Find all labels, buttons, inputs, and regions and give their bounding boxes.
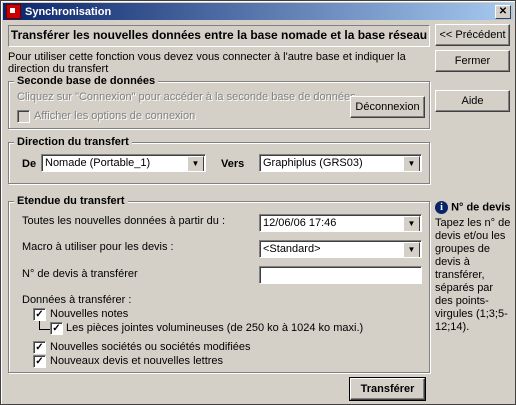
attachments-checkbox[interactable]: ✓: [50, 322, 63, 335]
macro-value: <Standard>: [263, 243, 321, 255]
second-db-title: Seconde base de données: [14, 75, 159, 87]
show-options-label: Afficher les options de connexion: [34, 110, 196, 122]
close-button[interactable]: Fermer: [435, 50, 510, 72]
from-select[interactable]: Nomade (Portable_1) ▼: [41, 154, 206, 172]
disconnect-button[interactable]: Déconnexion: [350, 96, 425, 118]
macro-label: Macro à utiliser pour les devis :: [22, 241, 174, 253]
app-icon: [6, 4, 21, 19]
to-value: Graphiplus (GRS03): [263, 157, 363, 169]
transfer-button[interactable]: Transférer: [349, 377, 426, 401]
info-icon: i: [435, 201, 448, 214]
new-notes-checkbox[interactable]: ✓: [33, 308, 46, 321]
info-title: N° de devis: [451, 201, 511, 214]
scope-title: Etendue du transfert: [14, 195, 128, 207]
since-label: Toutes les nouvelles données à partir du…: [22, 215, 226, 227]
synchronisation-window: Synchronisation ✕ Transférer les nouvell…: [0, 0, 516, 405]
direction-title: Direction du transfert: [14, 136, 132, 148]
quote-number-label: N° de devis à transférer: [22, 268, 138, 280]
quotes-letters-label: Nouveaux devis et nouvelles lettres: [50, 355, 224, 367]
window-title: Synchronisation: [25, 5, 112, 18]
since-value: 12/06/06 17:46: [263, 217, 337, 229]
to-select[interactable]: Graphiplus (GRS03) ▼: [259, 154, 422, 172]
info-text: Tapez les n° de devis et/ou les groupes …: [435, 217, 511, 334]
companies-checkbox[interactable]: ✓: [33, 341, 46, 354]
title-bar: Synchronisation ✕: [3, 3, 513, 20]
tree-connector: [39, 321, 50, 330]
quote-number-input[interactable]: [259, 266, 422, 284]
chevron-down-icon[interactable]: ▼: [403, 156, 420, 171]
second-db-group: Seconde base de données Cliquez sur "Con…: [8, 75, 430, 129]
scope-group: Etendue du transfert Toutes les nouvelle…: [8, 195, 430, 373]
data-to-transfer-label: Données à transférer :: [22, 294, 132, 306]
new-notes-label: Nouvelles notes: [50, 308, 129, 320]
direction-group: Direction du transfert De Nomade (Portab…: [8, 136, 430, 184]
from-label: De: [22, 158, 37, 170]
companies-label: Nouvelles sociétés ou sociétés modifiées: [50, 341, 251, 353]
to-label: Vers: [221, 158, 245, 170]
close-window-button[interactable]: ✕: [495, 5, 511, 19]
attachments-label: Les pièces jointes volumineuses (de 250 …: [66, 322, 364, 334]
from-value: Nomade (Portable_1): [45, 157, 151, 169]
chevron-down-icon[interactable]: ▼: [403, 216, 420, 231]
second-db-hint: Cliquez sur "Connexion" pour accéder à l…: [17, 91, 359, 103]
previous-button[interactable]: << Précédent: [435, 24, 510, 46]
macro-select[interactable]: <Standard> ▼: [259, 240, 422, 258]
banner-title: Transférer les nouvelles données entre l…: [8, 25, 430, 47]
info-panel: i N° de devis Tapez les n° de devis et/o…: [435, 201, 513, 334]
chevron-down-icon[interactable]: ▼: [403, 242, 420, 257]
quotes-letters-checkbox[interactable]: ✓: [33, 355, 46, 368]
chevron-down-icon[interactable]: ▼: [187, 156, 204, 171]
intro-text: Pour utiliser cette fonction vous devez …: [8, 51, 406, 75]
help-button[interactable]: Aide: [435, 90, 510, 112]
show-options-checkbox[interactable]: [17, 110, 30, 123]
since-select[interactable]: 12/06/06 17:46 ▼: [259, 214, 422, 232]
